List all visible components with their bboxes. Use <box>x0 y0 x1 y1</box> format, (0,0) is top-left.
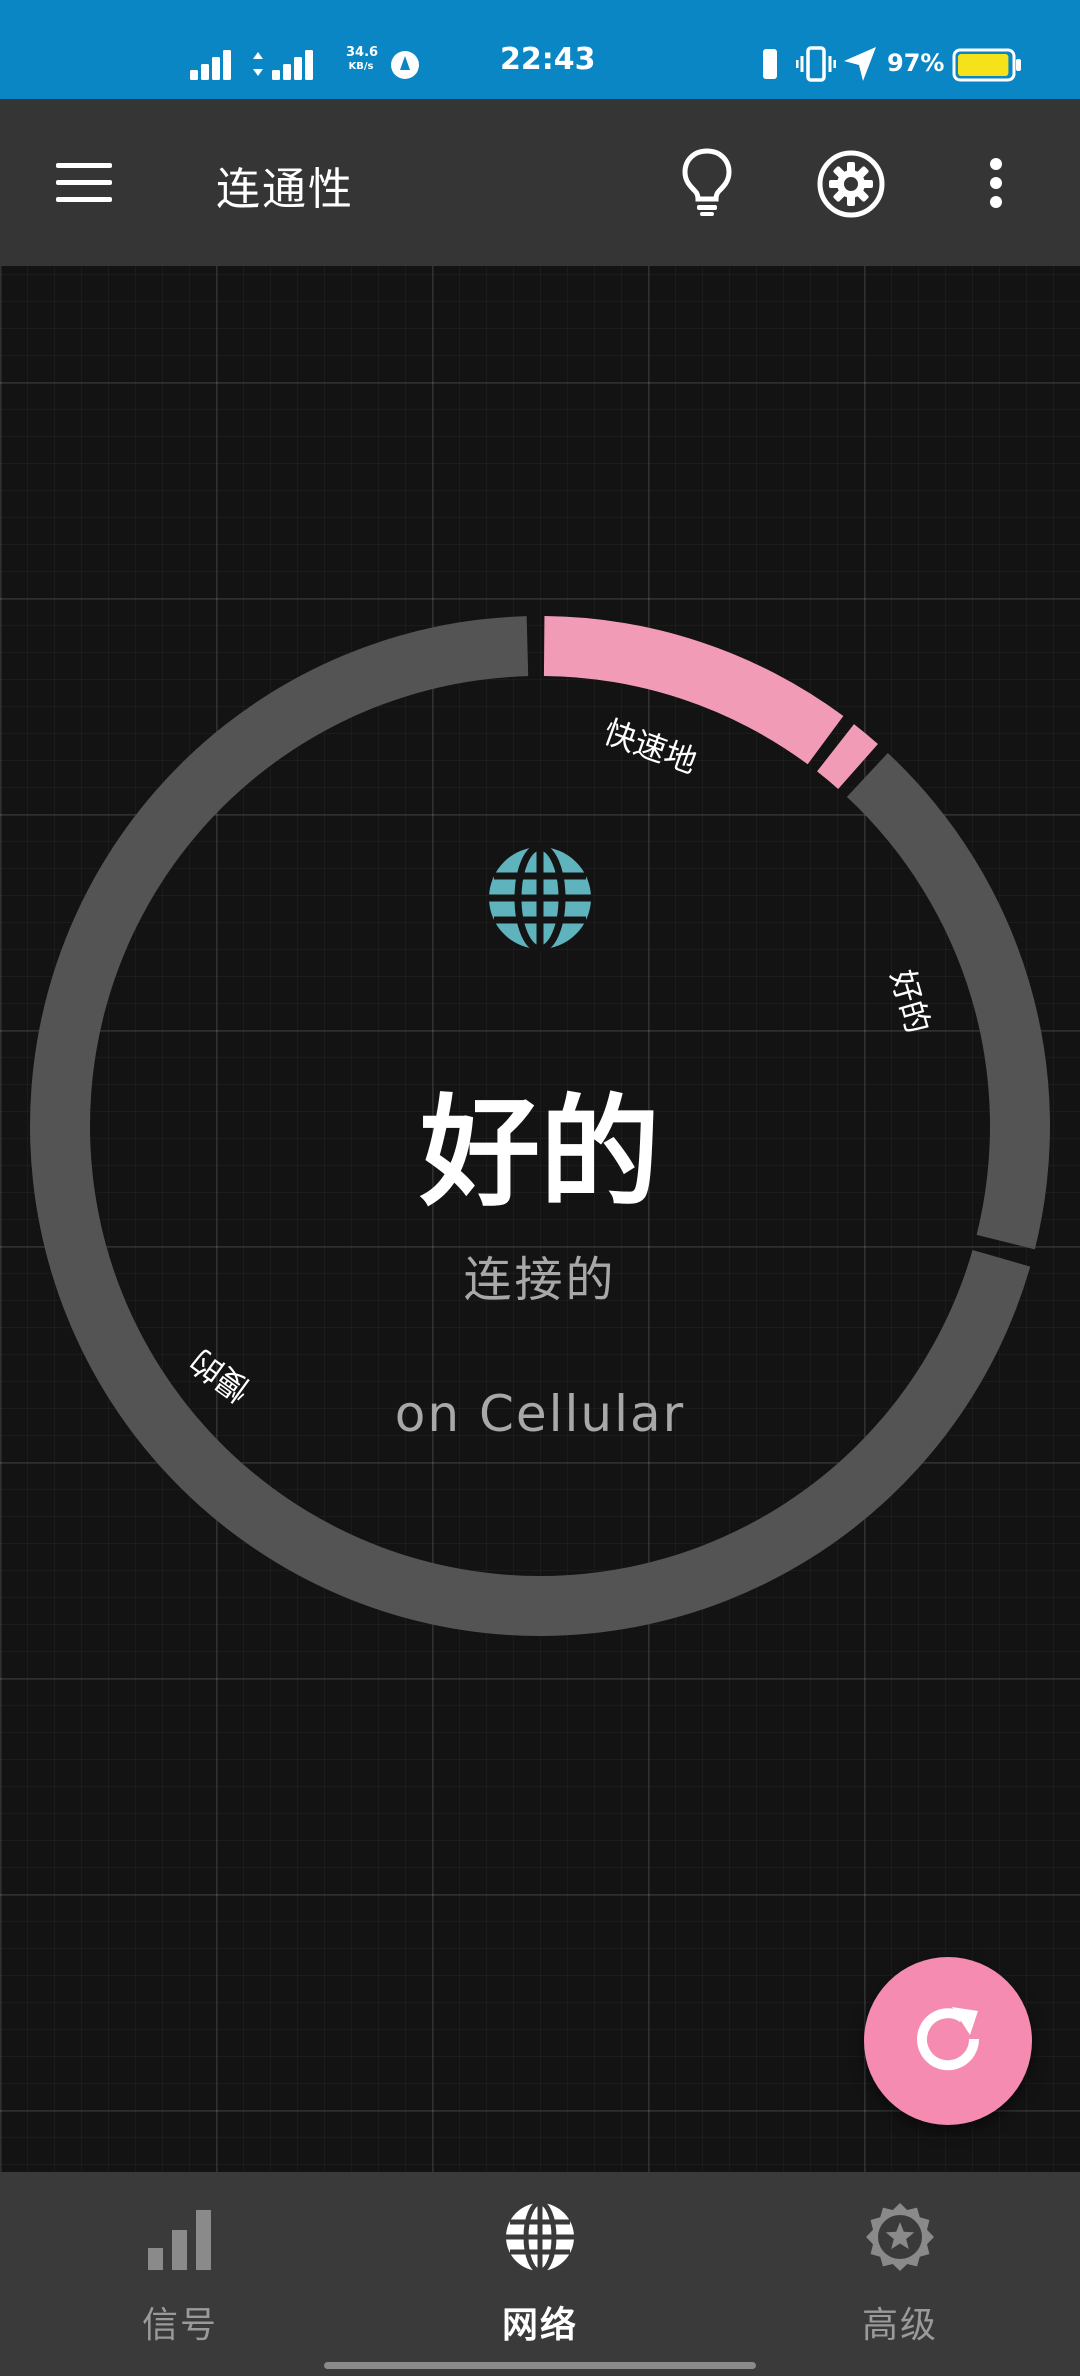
vibrate-icon <box>796 46 836 82</box>
net-speed-value: 34.6 <box>346 45 379 60</box>
refresh-button[interactable] <box>864 1957 1032 2125</box>
signal-strength-icon <box>190 50 231 80</box>
nav-label-network: 网络 <box>501 2305 578 2346</box>
status-bar: 34.6 KB/s 22:43 97% <box>0 0 1080 99</box>
battery-icon <box>952 48 1021 82</box>
net-speed-unit: KB/s <box>348 61 374 72</box>
star-badge-icon <box>866 2203 934 2271</box>
signal-strength-2-icon <box>272 50 313 80</box>
menu-icon[interactable] <box>56 161 112 205</box>
connection-status: 连接的 <box>463 1252 617 1308</box>
nav-item-network[interactable]: 网络 <box>360 2172 720 2376</box>
location-arrow-icon <box>844 47 876 81</box>
gear-icon[interactable] <box>816 149 886 219</box>
status-time: 22:43 <box>500 42 596 77</box>
home-indicator[interactable] <box>324 2362 756 2369</box>
nav-item-advanced[interactable]: 高级 <box>720 2172 1080 2376</box>
data-transfer-icon <box>253 52 263 76</box>
globe-nav-icon <box>506 2202 574 2272</box>
app-bar: 连通性 <box>0 99 1080 266</box>
sim-card-icon <box>763 49 777 79</box>
more-vert-icon[interactable] <box>988 157 1004 209</box>
page-title: 连通性 <box>216 164 354 215</box>
app-screen: 34.6 KB/s 22:43 97% 连通性 快速地 好的 慢的 好的 连接的… <box>0 0 1080 2376</box>
nav-label-signal: 信号 <box>141 2305 218 2346</box>
globe-icon <box>489 843 591 953</box>
net-speed: 34.6 KB/s <box>346 45 379 73</box>
app-notification-icon <box>391 51 419 79</box>
battery-percent: 97% <box>887 49 945 77</box>
network-type: on Cellular <box>394 1385 686 1443</box>
connection-quality: 好的 <box>420 1084 660 1223</box>
nav-label-advanced: 高级 <box>861 2305 938 2346</box>
nav-item-signal[interactable]: 信号 <box>0 2172 360 2376</box>
lightbulb-icon[interactable] <box>680 147 734 217</box>
refresh-icon <box>917 2007 980 2071</box>
bottom-navigation: 信号 网络 高级 <box>0 2172 1080 2376</box>
signal-bars-icon <box>148 2210 211 2270</box>
